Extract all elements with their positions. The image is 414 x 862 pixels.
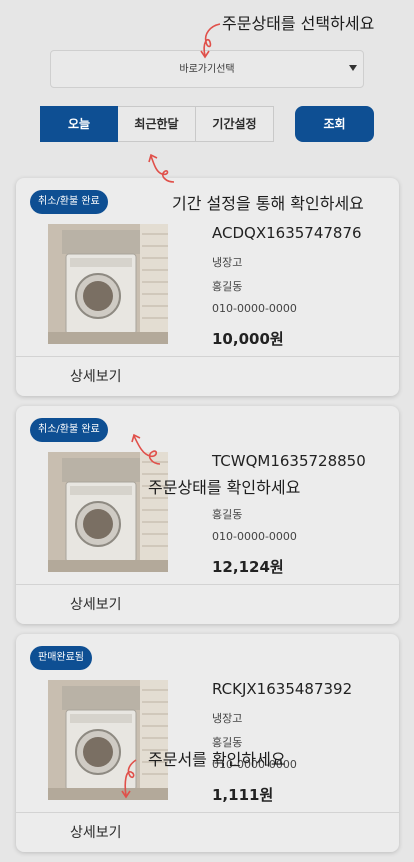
- order-card: 판매완료됨 RCKJX1635487392 냉장고 홍길동 010-0000-0…: [16, 634, 399, 852]
- product-image: [48, 680, 168, 800]
- annotation-order-check: 주문서를 확인하세요: [148, 750, 286, 769]
- period-tabs: 오늘 최근한달 기간설정: [40, 106, 274, 142]
- order-price: 10,000원: [212, 330, 284, 348]
- hand-drawn-arrow-icon: [200, 23, 221, 59]
- order-price: 1,111원: [212, 786, 274, 804]
- customer-phone: 010-0000-0000: [212, 302, 297, 315]
- product-image: [48, 224, 168, 344]
- product-image: [48, 452, 168, 572]
- hand-drawn-arrow-icon: [121, 759, 137, 799]
- order-number: ACDQX1635747876: [212, 224, 362, 242]
- status-badge: 판매완료됨: [30, 646, 92, 670]
- annotation-select-status: 주문상태를 선택하세요: [222, 14, 375, 33]
- product-name: 냉장고: [212, 256, 243, 269]
- divider: [16, 812, 399, 813]
- order-number: TCWQM1635728850: [212, 452, 366, 470]
- order-card: 취소/환불 완료 TCWQM1635728850 홍길동 010-0000-00…: [16, 406, 399, 624]
- tab-custom-period[interactable]: 기간설정: [196, 106, 274, 142]
- detail-button[interactable]: 상세보기: [70, 366, 122, 386]
- detail-button[interactable]: 상세보기: [70, 822, 122, 842]
- annotation-status-check: 주문상태를 확인하세요: [148, 478, 301, 497]
- customer-name: 홍길동: [212, 280, 243, 293]
- customer-phone: 010-0000-0000: [212, 530, 297, 543]
- tab-today[interactable]: 오늘: [40, 106, 118, 142]
- order-price: 12,124원: [212, 558, 284, 576]
- hand-drawn-arrow-icon: [131, 433, 161, 465]
- divider: [16, 356, 399, 357]
- status-badge: 취소/환불 완료: [30, 418, 108, 442]
- status-badge: 취소/환불 완료: [30, 190, 108, 214]
- customer-name: 홍길동: [212, 508, 243, 521]
- product-name: 냉장고: [212, 712, 243, 725]
- tab-last-month[interactable]: 최근한달: [118, 106, 196, 142]
- detail-button[interactable]: 상세보기: [70, 594, 122, 614]
- divider: [16, 584, 399, 585]
- hand-drawn-arrow-icon: [148, 153, 175, 183]
- chevron-down-icon: [349, 65, 357, 71]
- annotation-period: 기간 설정을 통해 확인하세요: [172, 194, 364, 213]
- search-button[interactable]: 조회: [295, 106, 374, 142]
- order-number: RCKJX1635487392: [212, 680, 353, 698]
